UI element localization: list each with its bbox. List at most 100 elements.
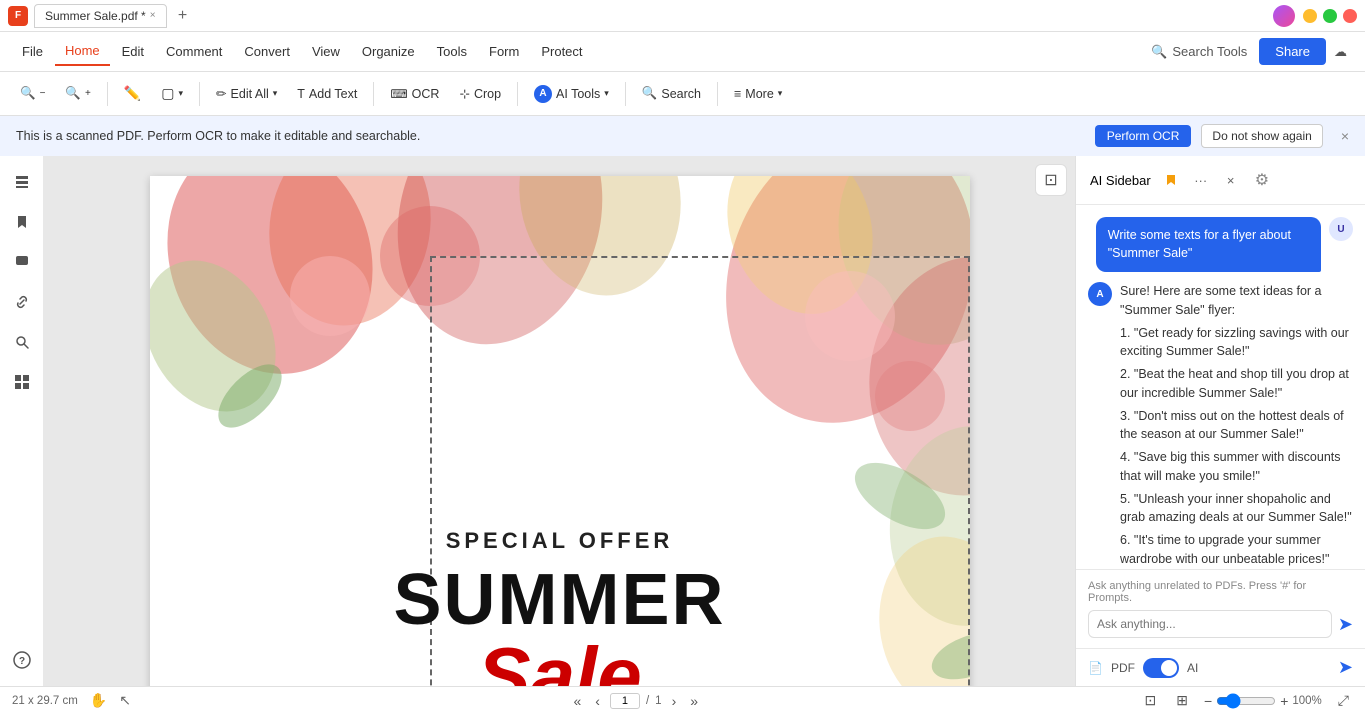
zoom-out-icon2: − <box>40 88 46 99</box>
main-area: ? <box>0 156 1365 686</box>
fullscreen-button[interactable]: ⤢ <box>1334 690 1353 711</box>
menu-home[interactable]: Home <box>55 37 110 66</box>
menu-convert[interactable]: Convert <box>234 38 300 65</box>
profile-avatar[interactable] <box>1273 5 1295 27</box>
ai-icon: A <box>534 85 552 103</box>
ai-footer-ai-label: AI <box>1187 661 1198 675</box>
first-page-button[interactable]: « <box>570 691 586 711</box>
status-bar: 21 x 29.7 cm ✋ ↖ « ‹ / 1 › » ⊡ ⊞ − + 100… <box>0 686 1365 714</box>
menu-edit[interactable]: Edit <box>112 38 154 65</box>
notification-text: This is a scanned PDF. Perform OCR to ma… <box>16 129 1085 143</box>
ai-header-bookmark-icon[interactable] <box>1159 168 1183 192</box>
zoom-in-button[interactable]: 🔍 + <box>57 81 98 106</box>
menu-view[interactable]: View <box>302 38 350 65</box>
ai-panel-toggle[interactable]: ⊡ <box>1035 164 1067 196</box>
svg-text:?: ? <box>18 656 24 667</box>
toolbar: 🔍 − 🔍 + ✏️ ▢ ▾ ✏ Edit All ▾ T Add Text ⌨… <box>0 72 1365 116</box>
page-navigation: « ‹ / 1 › » <box>570 691 703 711</box>
ai-avatar: A <box>1088 282 1112 306</box>
do-not-show-button[interactable]: Do not show again <box>1201 124 1322 148</box>
add-text-icon: T <box>297 87 305 101</box>
tab-close-icon[interactable]: × <box>150 10 156 21</box>
zoom-slider[interactable] <box>1216 693 1276 709</box>
search-icon2: 🔍 <box>642 86 658 101</box>
last-page-button[interactable]: » <box>686 691 702 711</box>
toolbar-sep-3 <box>373 82 374 106</box>
ocr-button[interactable]: ⌨ OCR <box>382 82 447 106</box>
frame-dropdown-icon: ▾ <box>179 88 184 99</box>
menu-protect[interactable]: Protect <box>531 38 592 65</box>
zoom-out-status-button[interactable]: − <box>1204 693 1212 709</box>
menu-file[interactable]: File <box>12 38 53 65</box>
search-button[interactable]: 🔍 Search <box>634 81 709 106</box>
ai-settings-icon[interactable]: ⚙ <box>1255 170 1269 190</box>
search-tools-button[interactable]: 🔍 Search Tools <box>1141 38 1257 66</box>
zoom-in-status-button[interactable]: + <box>1280 693 1288 709</box>
cloud-icon[interactable]: ☁ <box>1328 38 1353 66</box>
menu-tools[interactable]: Tools <box>427 38 477 65</box>
pdf-viewer[interactable]: SPECIAL OFFER SUMMER Sale ⊡ <box>44 156 1075 686</box>
add-text-button[interactable]: T Add Text <box>289 82 365 106</box>
crop-icon: ⊹ <box>459 86 469 101</box>
next-page-button[interactable]: › <box>668 691 681 711</box>
crop-button[interactable]: ⊹ Crop <box>451 81 509 106</box>
help-button[interactable]: ? <box>4 642 40 678</box>
title-bar-right <box>1273 5 1357 27</box>
maximize-button[interactable] <box>1323 9 1337 23</box>
ai-tools-dropdown: ▾ <box>604 88 609 99</box>
sidebar-item-comments[interactable] <box>4 244 40 280</box>
toolbar-sep-6 <box>717 82 718 106</box>
menu-comment[interactable]: Comment <box>156 38 232 65</box>
new-tab-button[interactable]: + <box>173 6 193 26</box>
sidebar-item-pages[interactable] <box>4 164 40 200</box>
more-button[interactable]: ≡ More ▾ <box>726 82 790 106</box>
pdf-ai-toggle[interactable] <box>1143 658 1179 678</box>
sidebar-item-search[interactable] <box>4 324 40 360</box>
frame-tool[interactable]: ▢ ▾ <box>153 80 191 107</box>
highlight-tool[interactable]: ✏️ <box>116 80 149 107</box>
edit-all-label: Edit All <box>231 87 269 101</box>
fit-page-button[interactable]: ⊡ <box>1141 690 1161 711</box>
left-sidebar: ? <box>0 156 44 686</box>
ai-messages: Write some texts for a flyer about "Summ… <box>1076 205 1365 569</box>
menu-form[interactable]: Form <box>479 38 529 65</box>
sidebar-item-bookmarks[interactable] <box>4 204 40 240</box>
ai-sidebar-close-icon[interactable]: × <box>1219 168 1243 192</box>
crop-label: Crop <box>474 87 501 101</box>
view-mode-button[interactable]: ⊞ <box>1172 690 1192 711</box>
ocr-label: OCR <box>412 87 440 101</box>
app-logo: F <box>8 6 28 26</box>
perform-ocr-button[interactable]: Perform OCR <box>1095 125 1192 147</box>
pdf-page: SPECIAL OFFER SUMMER Sale <box>150 176 970 686</box>
toolbar-sep-1 <box>107 82 108 106</box>
sidebar-item-links[interactable] <box>4 284 40 320</box>
ai-input-row: ➤ <box>1088 610 1353 638</box>
pointer-cursor-icon[interactable]: ↖ <box>119 692 131 709</box>
menu-organize[interactable]: Organize <box>352 38 425 65</box>
zoom-in-icon: 🔍 <box>65 86 81 101</box>
zoom-out-button[interactable]: 🔍 − <box>12 81 53 106</box>
notification-close-icon[interactable]: × <box>1341 128 1349 144</box>
user-avatar: U <box>1329 217 1353 241</box>
edit-all-button[interactable]: ✏ Edit All ▾ <box>208 81 285 106</box>
ai-header-more-icon[interactable]: ··· <box>1189 168 1213 192</box>
ai-footer-send-button[interactable]: ➤ <box>1338 657 1353 678</box>
sidebar-item-layers[interactable] <box>4 364 40 400</box>
ai-input-field[interactable] <box>1088 610 1332 638</box>
share-button[interactable]: Share <box>1259 38 1326 65</box>
current-page-input[interactable] <box>610 693 640 709</box>
search-icon: 🔍 <box>1151 44 1167 60</box>
ai-send-button[interactable]: ➤ <box>1338 614 1353 635</box>
hand-cursor-icon[interactable]: ✋ <box>90 692 107 709</box>
zoom-in-icon2: + <box>85 88 91 99</box>
prev-page-button[interactable]: ‹ <box>591 691 604 711</box>
close-button[interactable] <box>1343 9 1357 23</box>
ai-tools-button[interactable]: A AI Tools ▾ <box>526 80 617 108</box>
minimize-button[interactable] <box>1303 9 1317 23</box>
user-message-row: Write some texts for a flyer about "Summ… <box>1088 217 1353 272</box>
ai-sidebar-title: AI Sidebar <box>1090 173 1151 188</box>
pdf-content: SPECIAL OFFER SUMMER Sale <box>150 528 970 686</box>
page-separator: / <box>646 695 649 707</box>
zoom-controls: − + 100% <box>1204 693 1322 709</box>
app-tab[interactable]: Summer Sale.pdf * × <box>34 4 167 28</box>
